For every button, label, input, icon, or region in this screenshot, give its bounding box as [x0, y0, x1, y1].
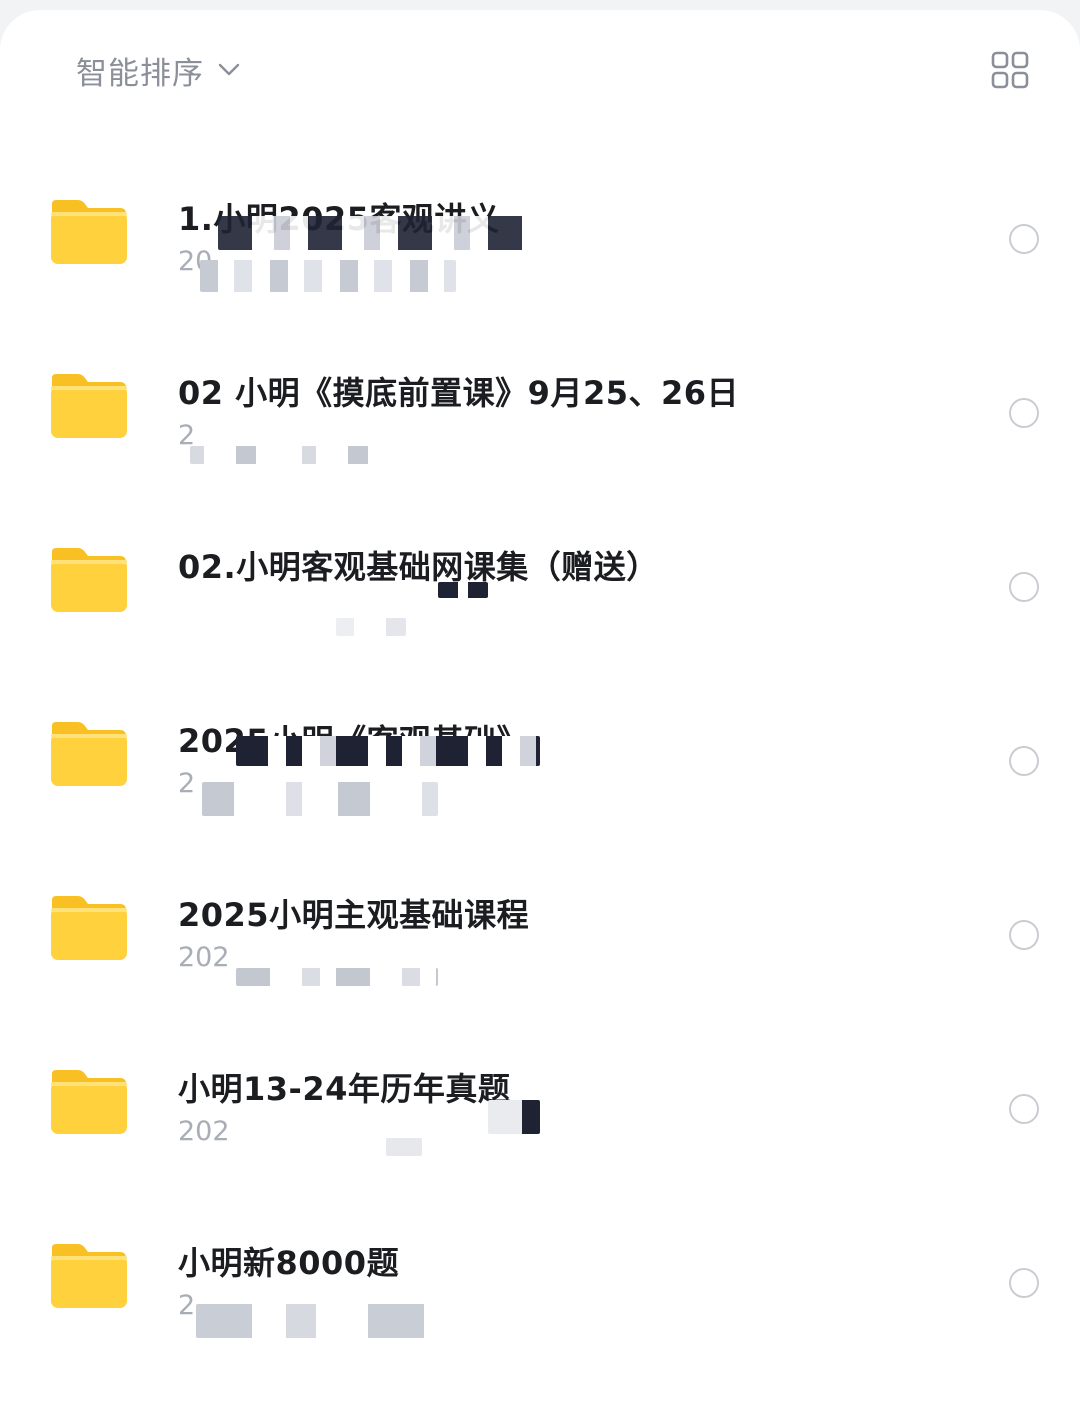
redaction-mosaic — [202, 782, 438, 816]
redaction-mosaic — [200, 260, 456, 292]
grid-view-icon[interactable] — [990, 50, 1030, 90]
select-radio[interactable] — [1009, 398, 1039, 428]
folder-row[interactable]: 小明13-24年历年真题 202 — [0, 1012, 1080, 1186]
file-list-panel: 智能排序 1.小明2025客观讲义 20 — [0, 10, 1080, 1409]
folder-row[interactable]: 02 小明《摸底前置课》9月25、26日 2 — [0, 316, 1080, 490]
redaction-mosaic — [196, 1304, 440, 1338]
folder-icon — [51, 1244, 127, 1308]
folder-meta: 202 — [178, 1116, 230, 1147]
folder-title: 小明新8000题 — [178, 1244, 400, 1282]
folder-icon — [51, 896, 127, 960]
toolbar: 智能排序 — [0, 10, 1080, 130]
folder-row[interactable]: 1.小明2025客观讲义 20 — [0, 142, 1080, 316]
folder-title: 2025小明主观基础课程 — [178, 896, 530, 934]
select-radio[interactable] — [1009, 224, 1039, 254]
redaction-mosaic — [336, 618, 406, 636]
folder-row[interactable]: 02.小明客观基础网课集（赠送） — [0, 490, 1080, 664]
folder-row[interactable]: 2025小明《客观基础》 2 — [0, 664, 1080, 838]
folder-meta: 202 — [178, 942, 230, 973]
sort-dropdown[interactable]: 智能排序 — [76, 50, 240, 92]
folder-title: 小明13-24年历年真题 — [178, 1070, 511, 1108]
folder-icon — [51, 722, 127, 786]
select-radio[interactable] — [1009, 1268, 1039, 1298]
redaction-mosaic — [386, 1138, 422, 1156]
folder-icon — [51, 374, 127, 438]
chevron-down-icon — [218, 63, 240, 76]
folder-meta: 2 — [178, 1290, 196, 1321]
select-radio[interactable] — [1009, 920, 1039, 950]
select-radio[interactable] — [1009, 746, 1039, 776]
redaction-mosaic — [218, 216, 524, 250]
select-radio[interactable] — [1009, 572, 1039, 602]
folder-icon — [51, 200, 127, 264]
redaction-mosaic — [438, 582, 488, 598]
folder-title: 02 小明《摸底前置课》9月25、26日 — [178, 374, 740, 412]
folder-icon — [51, 548, 127, 612]
folder-icon — [51, 1070, 127, 1134]
redaction-mosaic — [236, 968, 438, 986]
folder-meta: 2 — [178, 768, 196, 799]
redaction-mosaic — [190, 446, 404, 464]
redaction-mosaic — [236, 736, 540, 766]
redaction-mosaic — [488, 1100, 540, 1134]
folder-row[interactable]: 小明新8000题 2 — [0, 1186, 1080, 1360]
folder-row[interactable]: 2025小明主观基础课程 202 — [0, 838, 1080, 1012]
sort-label: 智能排序 — [76, 55, 204, 92]
select-radio[interactable] — [1009, 1094, 1039, 1124]
folder-title: 02.小明客观基础网课集（赠送） — [178, 548, 659, 586]
folder-list: 1.小明2025客观讲义 20 02 小明《摸底前置课》9月25、26日 2 — [0, 142, 1080, 1360]
